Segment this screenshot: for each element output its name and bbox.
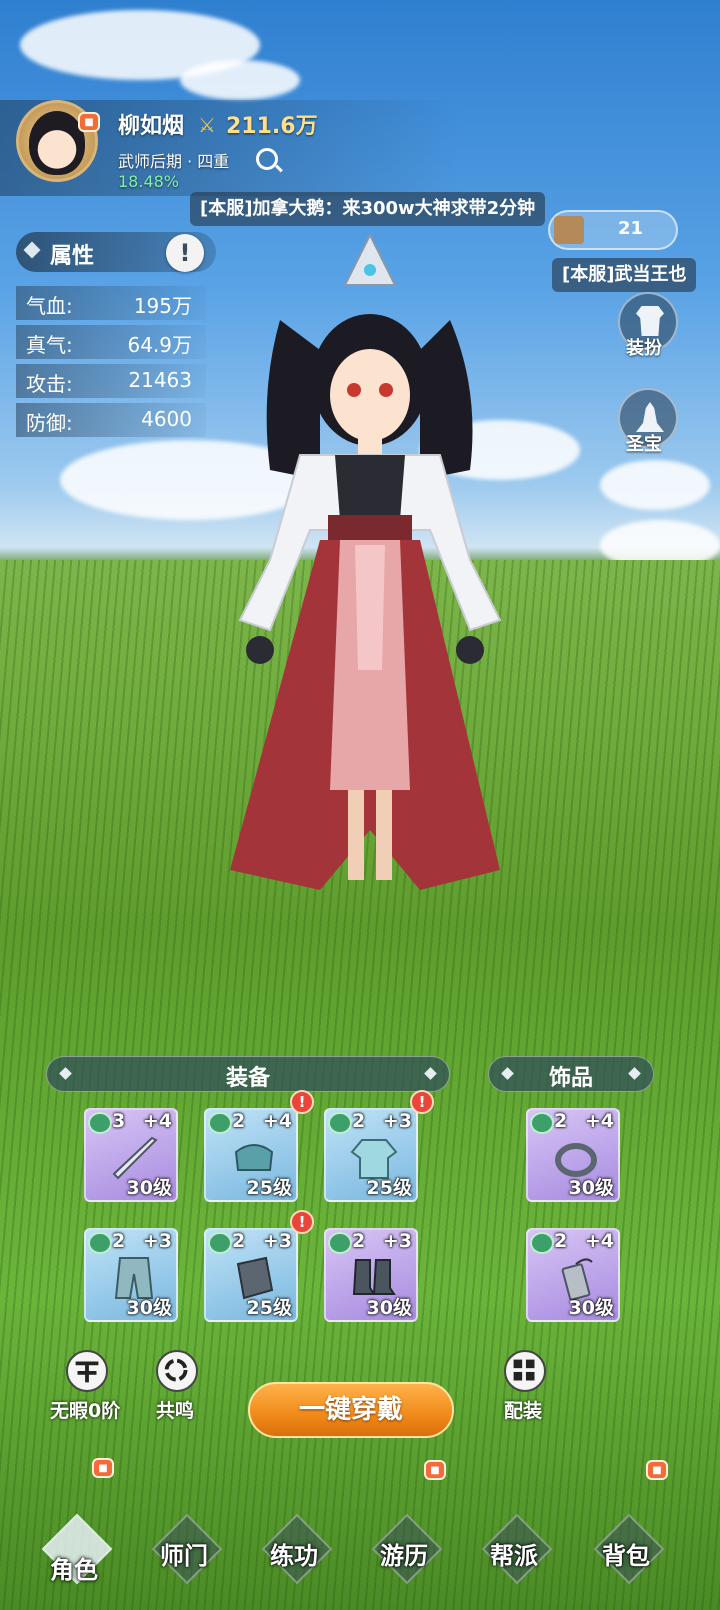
equipment-slot-boots[interactable]: 2 +3 30级 bbox=[324, 1228, 418, 1322]
player-name: 柳如烟 bbox=[118, 114, 185, 139]
camera-badge-icon: ■ bbox=[646, 1460, 668, 1480]
enhance-level: +4 bbox=[584, 1230, 614, 1252]
grid-icon bbox=[513, 1359, 535, 1381]
nav-character[interactable]: 角色 bbox=[30, 1513, 118, 1598]
cultivation-progress: 18.48% bbox=[118, 172, 180, 191]
cultivation-rank: 武师后期 · 四重 bbox=[118, 152, 230, 171]
enhance-level: +3 bbox=[262, 1230, 292, 1252]
equipment-slot-pants[interactable]: 2 +3 30级 bbox=[84, 1228, 178, 1322]
nav-backpack[interactable]: 背包 bbox=[582, 1513, 670, 1598]
item-level: 30级 bbox=[568, 1297, 614, 1319]
shirt-icon bbox=[636, 306, 664, 336]
diamond-icon bbox=[23, 241, 41, 259]
item-level: 30级 bbox=[126, 1297, 172, 1319]
accessory-slot-ring[interactable]: 2 +4 30级 bbox=[526, 1108, 620, 1202]
nav-guild[interactable]: 帮派 bbox=[470, 1513, 558, 1598]
nav-travel[interactable]: 游历 bbox=[360, 1513, 448, 1598]
enhance-level: +4 bbox=[262, 1110, 292, 1132]
gem-count: 2 bbox=[232, 1110, 246, 1132]
gem-count: 2 bbox=[352, 1110, 366, 1132]
item-level: 30级 bbox=[366, 1297, 412, 1319]
item-level: 25级 bbox=[246, 1297, 292, 1319]
crossed-swords-icon: ⚔ bbox=[198, 113, 216, 137]
gem-count: 2 bbox=[112, 1230, 126, 1252]
gem-icon bbox=[88, 1112, 112, 1134]
stat-label: 攻击: bbox=[26, 372, 73, 396]
flawless-label: 无暇0阶 bbox=[50, 1400, 121, 1422]
nav-label: 师门 bbox=[160, 1542, 208, 1570]
enhance-level: +3 bbox=[142, 1230, 172, 1252]
gem-icon bbox=[530, 1232, 554, 1254]
swirl-icon bbox=[164, 1358, 188, 1382]
bell-icon bbox=[636, 402, 664, 432]
gem-icon bbox=[208, 1112, 232, 1134]
chat-message[interactable]: [本服]加拿大鹅：来300w大神求带2分钟 bbox=[190, 192, 546, 226]
treasure-label: 圣宝 bbox=[626, 434, 662, 455]
item-level: 30级 bbox=[126, 1177, 172, 1199]
equipment-slot-weapon[interactable]: 3 +4 30级 bbox=[84, 1108, 178, 1202]
accessories-title: 饰品 bbox=[548, 1066, 593, 1091]
gem-count: 3 bbox=[112, 1110, 126, 1132]
accessories-header: 饰品 bbox=[488, 1056, 654, 1092]
enhance-level: +3 bbox=[382, 1110, 412, 1132]
enhance-level: +4 bbox=[584, 1110, 614, 1132]
gem-count: 2 bbox=[232, 1230, 246, 1252]
avatar-portrait bbox=[29, 111, 85, 175]
cloud bbox=[600, 460, 710, 510]
gem-icon bbox=[88, 1232, 112, 1254]
item-level: 30级 bbox=[568, 1177, 614, 1199]
camera-badge-icon: ■ bbox=[92, 1458, 114, 1478]
resonance-label: 共鸣 bbox=[156, 1400, 195, 1422]
flawless-icon bbox=[75, 1361, 99, 1383]
equipment-slot-bracer[interactable]: 2 +3 25级 bbox=[204, 1228, 298, 1322]
stat-label: 气血: bbox=[26, 294, 73, 318]
stat-label: 防御: bbox=[26, 411, 73, 435]
nav-school[interactable]: 师门 bbox=[140, 1513, 228, 1598]
resonance-button[interactable] bbox=[156, 1350, 198, 1392]
gem-icon bbox=[208, 1232, 232, 1254]
loadout-button[interactable] bbox=[504, 1350, 546, 1392]
nav-label: 背包 bbox=[602, 1542, 650, 1570]
equipment-slot-armor[interactable]: 2 +3 25级 bbox=[324, 1108, 418, 1202]
equip-all-button[interactable]: 一键穿戴 bbox=[248, 1382, 454, 1438]
equipment-header: 装备 bbox=[46, 1056, 450, 1092]
flawless-button[interactable] bbox=[66, 1350, 108, 1392]
nav-training[interactable]: 练功 bbox=[250, 1513, 338, 1598]
equipment-slot-helmet[interactable]: 2 +4 25级 bbox=[204, 1108, 298, 1202]
player-character bbox=[230, 232, 502, 890]
camera-badge-icon: ■ bbox=[78, 112, 100, 132]
accessory-slot-pendant[interactable]: 2 +4 30级 bbox=[526, 1228, 620, 1322]
attributes-title: 属性 bbox=[50, 244, 95, 269]
enhance-level: +4 bbox=[142, 1110, 172, 1132]
stat-label: 真气: bbox=[26, 333, 73, 357]
loadout-label: 配装 bbox=[504, 1400, 543, 1422]
outfit-label: 装扮 bbox=[626, 338, 662, 359]
nav-label: 帮派 bbox=[490, 1542, 538, 1570]
equipment-title: 装备 bbox=[225, 1066, 270, 1091]
chat-count: 21 bbox=[618, 218, 644, 239]
enhance-level: +3 bbox=[382, 1230, 412, 1252]
combat-power: 211.6万 bbox=[226, 114, 318, 139]
item-level: 25级 bbox=[246, 1177, 292, 1199]
gem-count: 2 bbox=[554, 1110, 568, 1132]
nav-label: 练功 bbox=[270, 1542, 318, 1570]
camera-badge-icon: ■ bbox=[424, 1460, 446, 1480]
gem-icon bbox=[328, 1112, 352, 1134]
item-level: 25级 bbox=[366, 1177, 412, 1199]
gem-icon bbox=[328, 1232, 352, 1254]
nav-label: 角色 bbox=[50, 1556, 98, 1584]
gem-count: 2 bbox=[554, 1230, 568, 1252]
alert-icon: ! bbox=[290, 1090, 314, 1114]
nav-label: 游历 bbox=[380, 1542, 428, 1570]
gem-count: 2 bbox=[352, 1230, 366, 1252]
alert-icon: ! bbox=[410, 1090, 434, 1114]
search-icon[interactable] bbox=[256, 148, 278, 170]
alert-icon: ! bbox=[290, 1210, 314, 1234]
gem-icon bbox=[530, 1112, 554, 1134]
cloud bbox=[180, 60, 300, 100]
